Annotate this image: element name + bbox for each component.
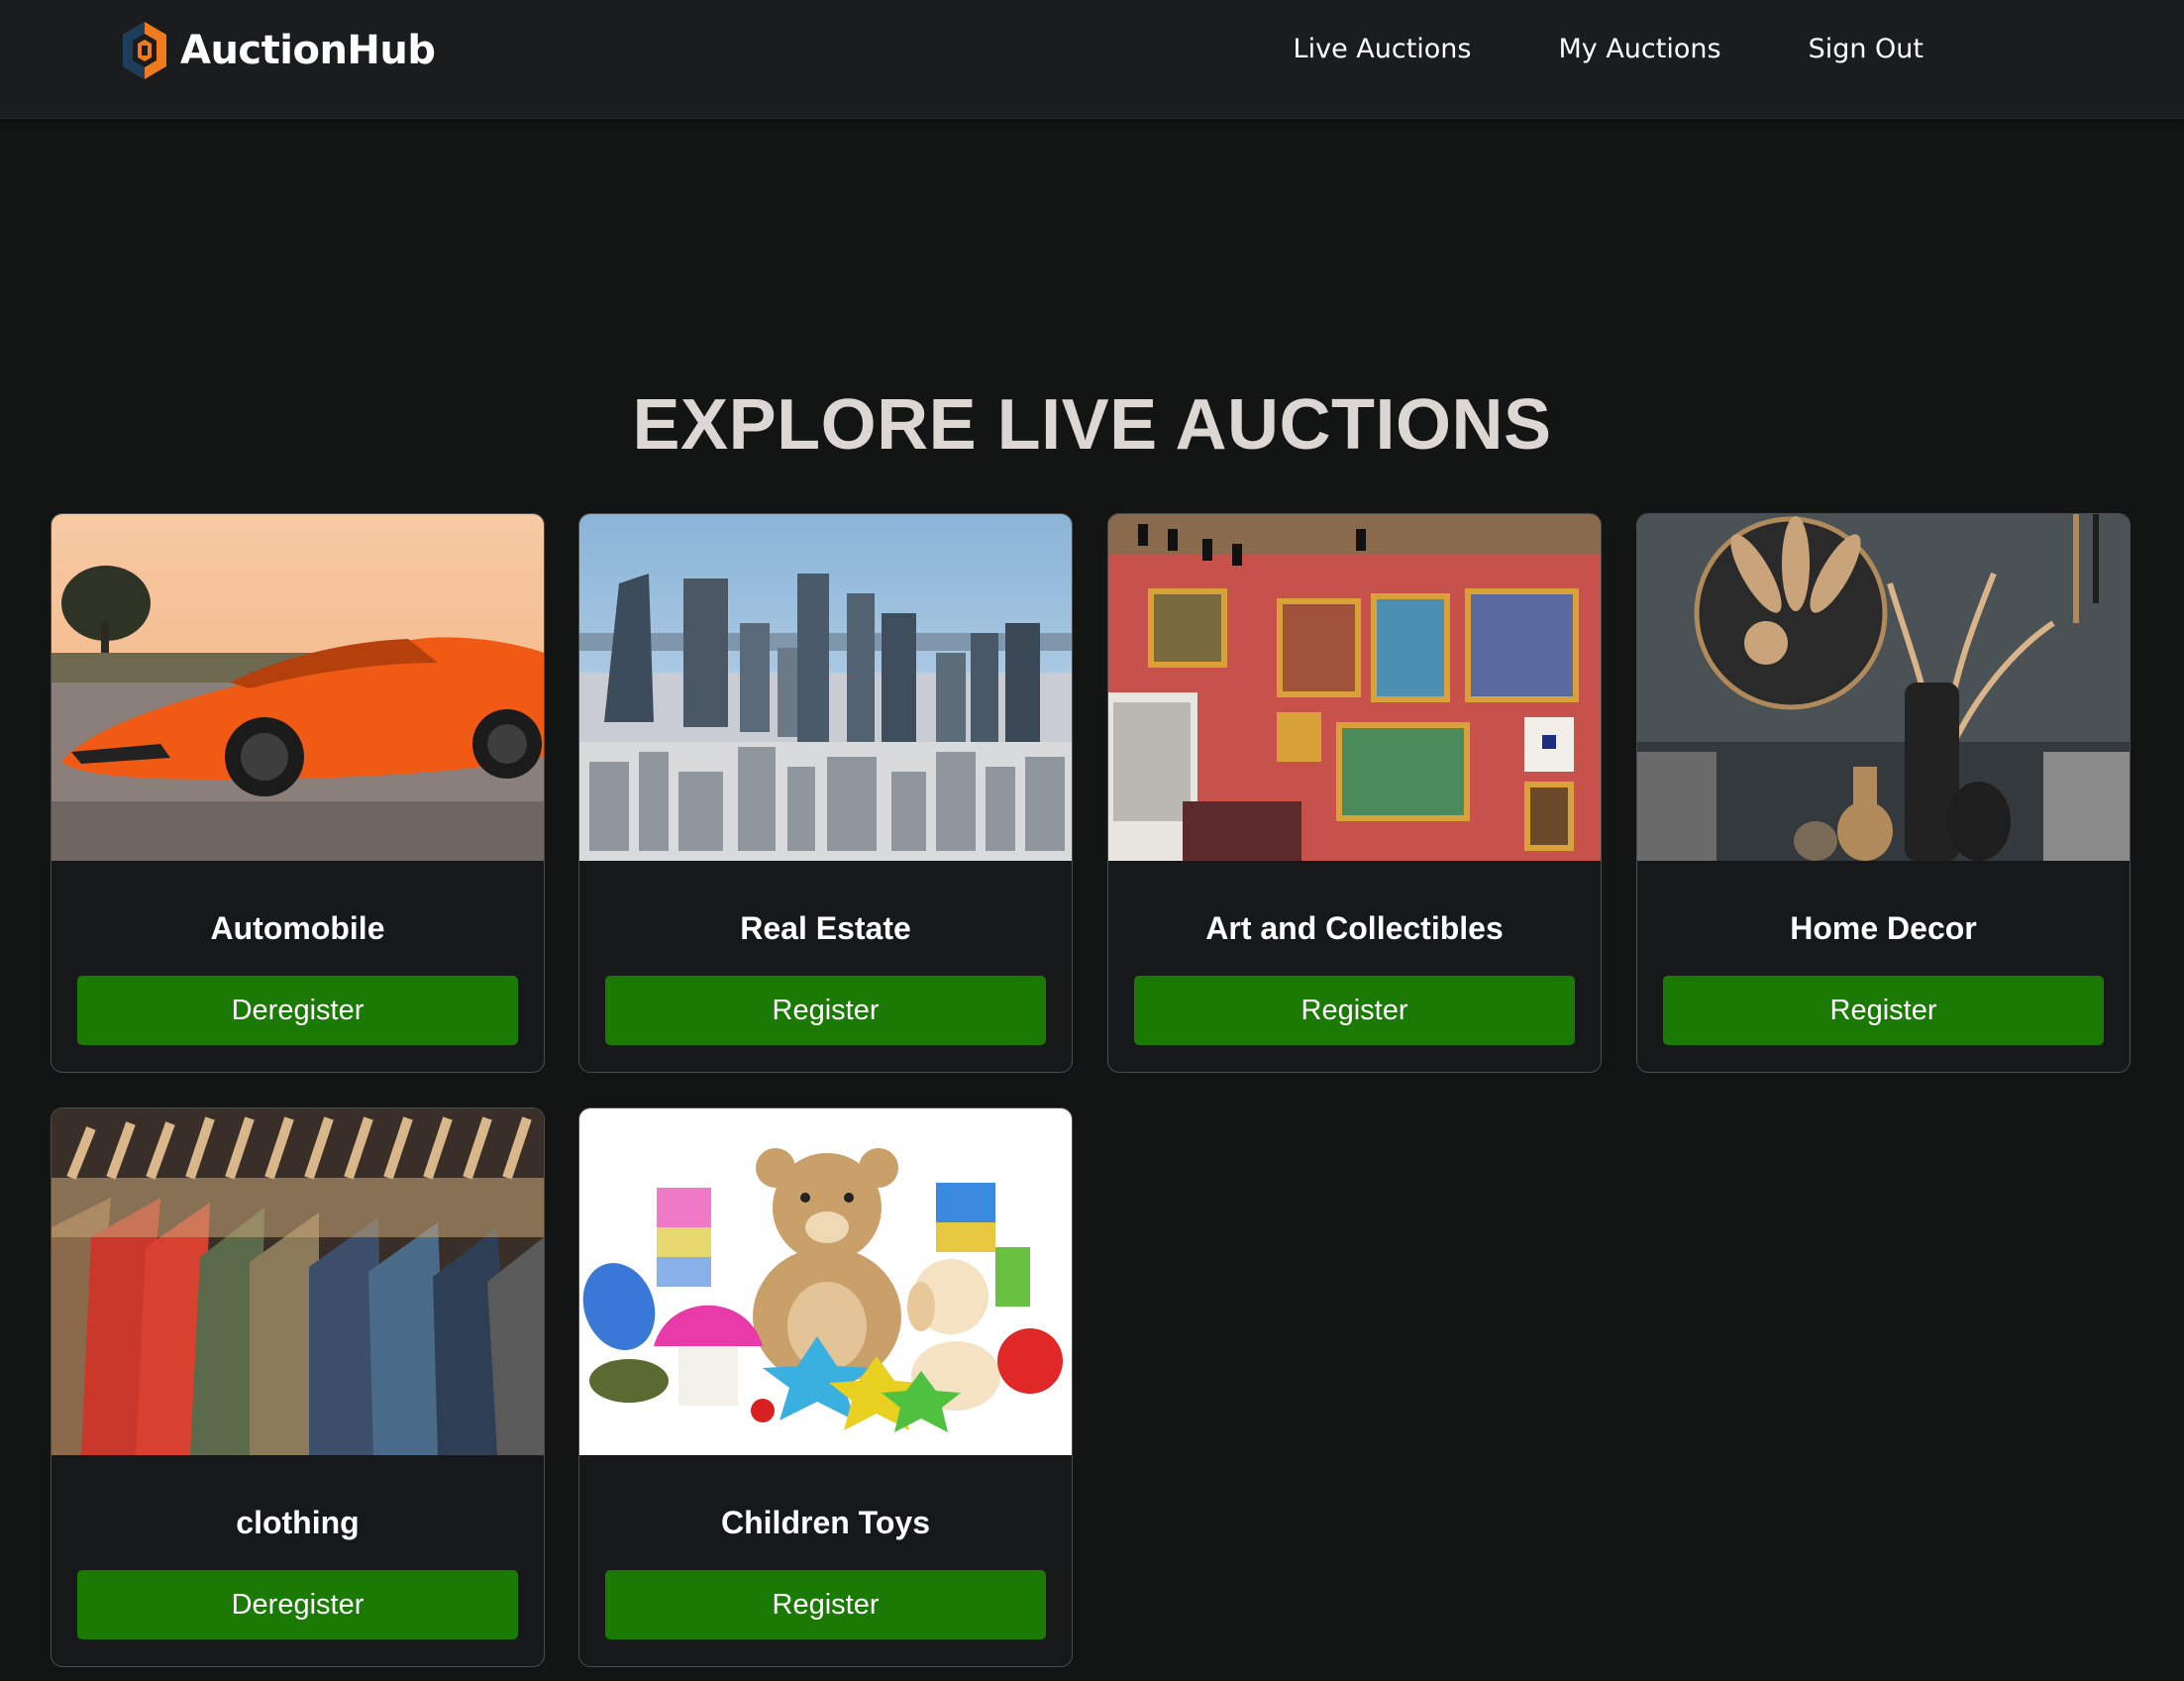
auctionhub-logo-icon bbox=[123, 22, 166, 79]
register-button[interactable]: Register bbox=[605, 976, 1046, 1045]
brand-name: AuctionHub bbox=[180, 28, 436, 73]
card-title: clothing bbox=[236, 1505, 360, 1540]
page-title: EXPLORE LIVE AUCTIONS bbox=[632, 385, 1552, 465]
nav-link-live-auctions[interactable]: Live Auctions bbox=[1294, 30, 1472, 69]
register-button[interactable]: Register bbox=[605, 1570, 1046, 1639]
home-decor-image bbox=[1637, 514, 2130, 861]
card-title: Art and Collectibles bbox=[1205, 910, 1504, 946]
auction-card-children-toys: Children Toys Register bbox=[578, 1107, 1073, 1667]
deregister-button[interactable]: Deregister bbox=[77, 976, 518, 1045]
brand[interactable]: AuctionHub bbox=[121, 18, 436, 83]
auction-card-home-decor: Home Decor Register bbox=[1636, 513, 2131, 1073]
card-title: Home Decor bbox=[1790, 910, 1977, 946]
nav-link-sign-out[interactable]: Sign Out bbox=[1809, 30, 1924, 69]
register-button[interactable]: Register bbox=[1134, 976, 1575, 1045]
deregister-button[interactable]: Deregister bbox=[77, 1570, 518, 1639]
teddy-bear-toys-image bbox=[579, 1108, 1072, 1455]
nav-link-my-auctions[interactable]: My Auctions bbox=[1558, 30, 1720, 69]
card-title: Real Estate bbox=[740, 910, 911, 946]
nav-links: Live Auctions My Auctions Sign Out bbox=[1294, 30, 1924, 69]
card-title: Automobile bbox=[210, 910, 385, 946]
register-button[interactable]: Register bbox=[1663, 976, 2104, 1045]
auction-card-real-estate: Real Estate Register bbox=[578, 513, 1073, 1073]
auction-card-clothing: clothing Deregister bbox=[51, 1107, 545, 1667]
orange-sports-car-image bbox=[52, 514, 544, 861]
top-navbar: AuctionHub Live Auctions My Auctions Sig… bbox=[0, 0, 2184, 119]
art-gallery-image bbox=[1108, 514, 1601, 861]
auction-card-automobile: Automobile Deregister bbox=[51, 513, 545, 1073]
auction-card-art-and-collectibles: Art and Collectibles Register bbox=[1107, 513, 1602, 1073]
card-title: Children Toys bbox=[721, 1505, 930, 1540]
clothing-rack-image bbox=[52, 1108, 544, 1455]
city-skyline-image bbox=[579, 514, 1072, 861]
